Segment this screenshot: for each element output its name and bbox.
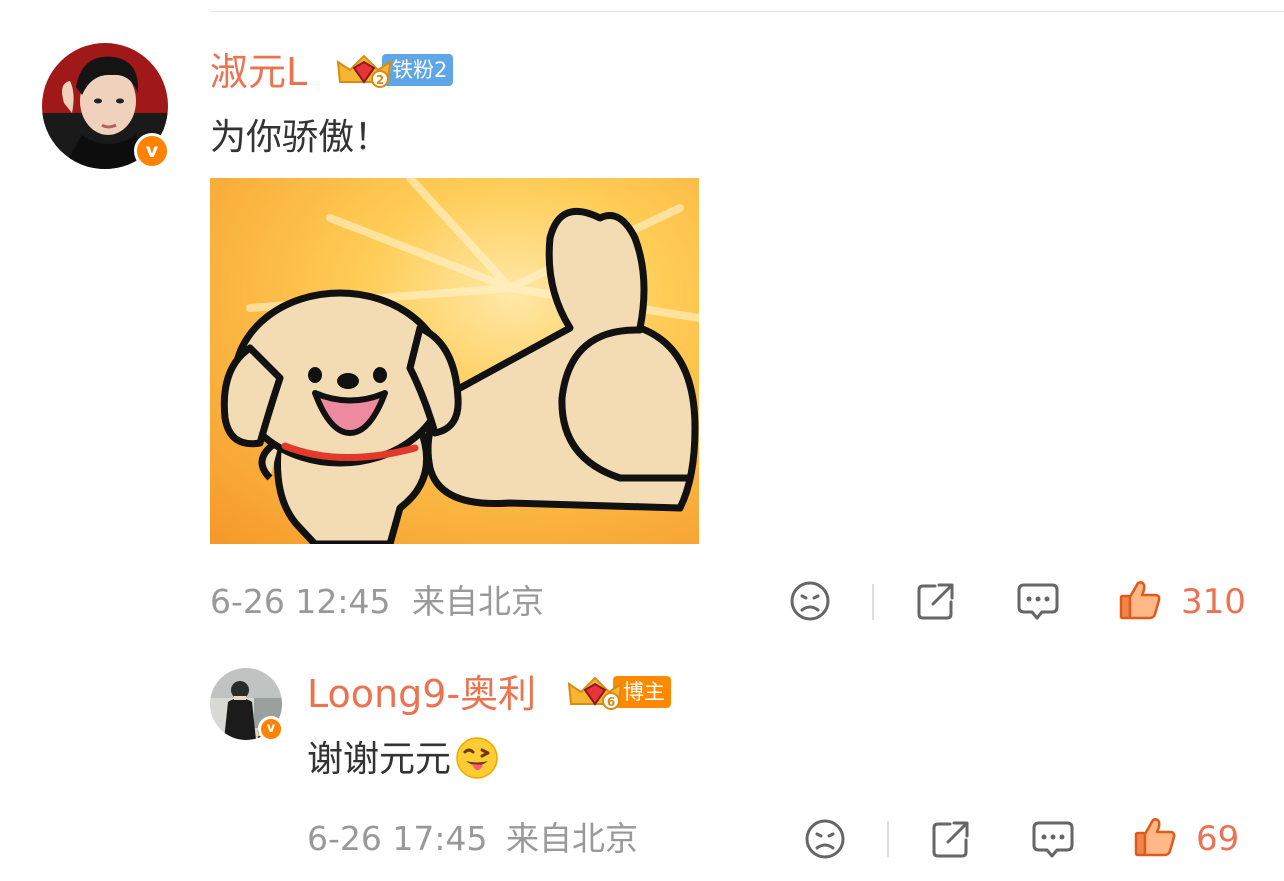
comment-location: 来自北京 xyxy=(412,582,544,621)
comment-username[interactable]: 淑元L xyxy=(210,50,307,94)
fan-level-text: 6 xyxy=(607,695,615,709)
action-separator xyxy=(872,584,874,620)
avatar[interactable]: v xyxy=(42,43,170,169)
comment-image[interactable] xyxy=(210,178,699,544)
verified-v-icon: v xyxy=(258,716,284,742)
sad-face-icon[interactable] xyxy=(789,580,831,622)
grinning-tongue-emoji-icon xyxy=(456,737,498,779)
crown-icon: 6 xyxy=(567,676,623,710)
reply-timestamp: 6-26 17:45 xyxy=(307,819,488,858)
fan-badge[interactable]: 铁粉2 2 xyxy=(336,52,464,88)
comment-text: 为你骄傲！ xyxy=(210,117,391,158)
sad-face-icon[interactable] xyxy=(804,818,846,860)
reply-location: 来自北京 xyxy=(506,819,638,858)
reply-text-content: 谢谢元元 xyxy=(307,739,452,780)
verified-v-icon: v xyxy=(134,133,170,169)
fan-badge[interactable]: 博主 6 xyxy=(567,674,679,710)
like-count: 69 xyxy=(1196,819,1240,859)
fan-badge-label: 铁粉2 xyxy=(382,54,454,86)
like-count: 310 xyxy=(1181,582,1246,622)
share-icon[interactable] xyxy=(915,580,957,622)
reply-text: 谢谢元元 xyxy=(307,737,499,783)
comment-bubble-icon[interactable] xyxy=(1031,819,1075,861)
action-separator xyxy=(887,821,889,857)
comment-timestamp: 6-26 12:45 xyxy=(210,582,391,621)
share-icon[interactable] xyxy=(930,818,972,860)
top-divider xyxy=(210,11,1284,12)
fan-level-text: 2 xyxy=(376,73,384,87)
thumbs-up-icon[interactable] xyxy=(1133,816,1177,858)
comment-bubble-icon[interactable] xyxy=(1016,581,1060,623)
avatar[interactable]: v xyxy=(210,668,284,742)
crown-icon: 2 xyxy=(336,54,392,88)
reply-username[interactable]: Loong9-奥利 xyxy=(307,672,536,716)
thumbs-up-icon[interactable] xyxy=(1118,579,1162,621)
